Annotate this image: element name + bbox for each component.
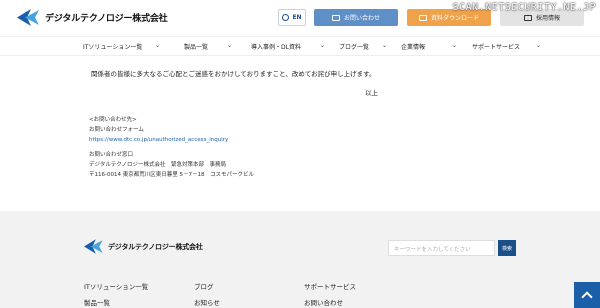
contact-window-label: お問い合わせ窓口 — [89, 152, 134, 158]
search-input[interactable]: キーワードを入力してください — [388, 240, 495, 256]
footer-link-it-solutions[interactable]: ITソリューション一覧 — [84, 281, 148, 291]
language-switch-button[interactable]: EN — [278, 9, 306, 26]
global-nav: ITソリューション一覧 ⌄ 製品一覧 ⌄ 導入事例・DL資料 ⌄ ブログ一覧 ⌄… — [0, 36, 600, 56]
apology-paragraph: 関係者の皆様に多大なるご心配とご迷惑をおかけしておりますこと、改めてお詫び申し上… — [91, 70, 376, 78]
nav-item-company[interactable]: 企業情報 — [401, 42, 425, 51]
nav-item-blog[interactable]: ブログ一覧 — [339, 42, 369, 51]
scroll-to-top-button[interactable] — [574, 282, 600, 308]
footer-link-products[interactable]: 製品一覧 — [84, 297, 110, 307]
watermark-text: SCAN.NETSECURITY.NE.JP — [452, 2, 596, 13]
logo-mark-icon — [17, 9, 43, 26]
recruit-label: 採用情報 — [535, 15, 560, 22]
chevron-down-icon: ⌄ — [320, 42, 326, 49]
inquiry-url-link[interactable]: https://www.dtc.co.jp/unauthorized_acces… — [89, 137, 228, 143]
inquiry-form-label: お問い合わせフォーム — [89, 127, 144, 133]
contact-button[interactable]: お問い合わせ — [314, 9, 398, 26]
chevron-down-icon: ⌄ — [382, 42, 388, 49]
contact-address: 〒116-0014 東京都荒川区東日暮里 5－7－18 コスモパークビル — [89, 172, 254, 178]
inquiry-heading: <お問い合わせ先> — [89, 117, 137, 123]
logo-mark-icon — [84, 239, 106, 254]
contact-dept: デジタルテクノロジー株式会社 緊急対策本部 事務局 — [89, 162, 227, 168]
company-logo[interactable]: デジタルテクノロジー株式会社 — [17, 9, 168, 26]
site-header: デジタルテクノロジー株式会社 EN お問い合わせ 資料ダウンロード 採用情報 S… — [0, 0, 600, 36]
footer-logo[interactable]: デジタルテクノロジー株式会社 — [84, 239, 203, 254]
person-icon — [523, 14, 532, 21]
globe-icon — [282, 14, 290, 21]
closing-text: 以上 — [365, 89, 378, 97]
footer-link-contact[interactable]: お問い合わせ — [304, 297, 343, 307]
document-icon — [418, 14, 427, 21]
footer-company-name: デジタルテクノロジー株式会社 — [108, 242, 203, 251]
mail-icon — [331, 14, 340, 21]
chevron-down-icon: ⌄ — [227, 42, 233, 49]
footer-link-blog[interactable]: ブログ — [194, 281, 214, 291]
nav-item-it-solutions[interactable]: ITソリューション一覧 — [83, 42, 142, 51]
site-footer: デジタルテクノロジー株式会社 キーワードを入力してください 検索 ITソリューシ… — [0, 211, 600, 308]
nav-item-products[interactable]: 製品一覧 — [184, 42, 208, 51]
contact-label: お問い合わせ — [343, 15, 380, 22]
inquiry-info: <お問い合わせ先> お問い合わせフォーム https://www.dtc.co.… — [89, 115, 254, 180]
company-name: デジタルテクノロジー株式会社 — [45, 14, 168, 24]
nav-item-case-studies[interactable]: 導入事例・DL資料 — [251, 42, 301, 51]
chevron-down-icon: ⌄ — [155, 42, 161, 49]
chevron-down-icon: ⌄ — [536, 42, 542, 49]
footer-link-support[interactable]: サポートサービス — [304, 281, 356, 291]
chevron-up-icon — [581, 291, 593, 303]
search-button[interactable]: 検索 — [498, 240, 516, 256]
main-content: 関係者の皆様に多大なるご心配とご迷惑をおかけしておりますこと、改めてお詫び申し上… — [0, 57, 600, 207]
language-label: EN — [292, 14, 302, 21]
chevron-down-icon: ⌄ — [452, 42, 458, 49]
docs-label: 資料ダウンロード — [430, 15, 479, 22]
nav-item-support[interactable]: サポートサービス — [472, 42, 520, 51]
footer-link-news[interactable]: お知らせ — [194, 297, 220, 307]
